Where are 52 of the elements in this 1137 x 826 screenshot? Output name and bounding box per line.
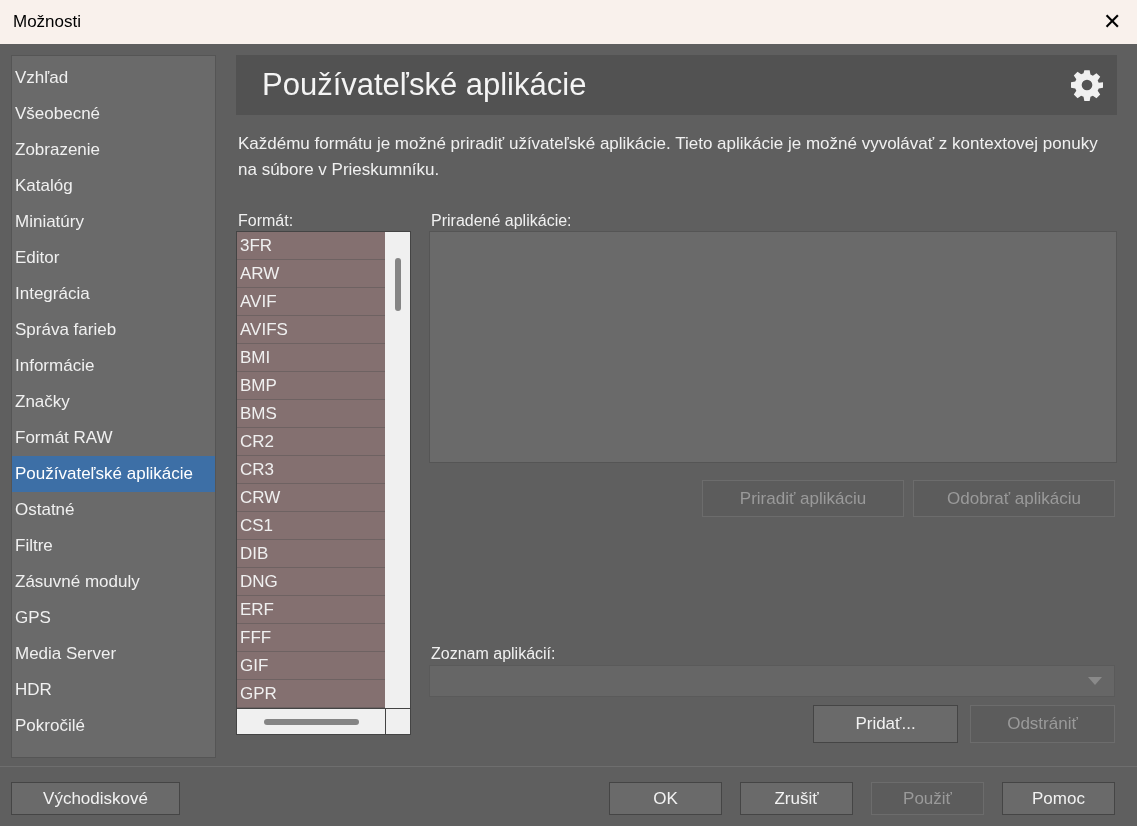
dialog-button[interactable]: Pomoc (1002, 782, 1115, 815)
sidebar-item[interactable]: Editor (12, 240, 215, 276)
app-list-label: Zoznam aplikácií: (431, 644, 557, 664)
format-item[interactable]: CRW (237, 484, 385, 512)
vertical-scrollbar-thumb[interactable] (394, 258, 401, 311)
format-item[interactable]: CR2 (237, 428, 385, 456)
page-title: Používateľské aplikácie (262, 65, 587, 104)
sidebar-item[interactable]: Formát RAW (12, 420, 215, 456)
format-item[interactable]: 3FR (237, 232, 385, 260)
format-item[interactable]: ARW (237, 260, 385, 288)
dialog-button[interactable]: Východiskové (11, 782, 180, 815)
sidebar-item[interactable]: Miniatúry (12, 204, 215, 240)
format-item[interactable]: CS1 (237, 512, 385, 540)
format-item[interactable]: AVIFS (237, 316, 385, 344)
sidebar-item[interactable]: Katalóg (12, 168, 215, 204)
sidebar-item[interactable]: GPS (12, 600, 215, 636)
format-item[interactable]: GPR (237, 680, 385, 708)
sidebar-item[interactable]: Media Server (12, 636, 215, 672)
sidebar-item[interactable]: Značky (12, 384, 215, 420)
sidebar-item[interactable]: Informácie (12, 348, 215, 384)
sidebar-item[interactable]: HDR (12, 672, 215, 708)
horizontal-scrollbar-thumb[interactable] (263, 718, 359, 725)
dialog-button[interactable]: Zrušiť (740, 782, 853, 815)
format-item[interactable]: FFF (237, 624, 385, 652)
format-item[interactable]: DIB (237, 540, 385, 568)
format-label: Formát: (238, 211, 295, 231)
format-item[interactable]: ERF (237, 596, 385, 624)
sidebar-item[interactable]: Správa farieb (12, 312, 215, 348)
format-item[interactable]: DNG (237, 568, 385, 596)
sidebar-item[interactable]: Integrácia (12, 276, 215, 312)
dialog-button[interactable]: Pridať... (813, 705, 958, 743)
sidebar-item[interactable]: Filtre (12, 528, 215, 564)
format-item[interactable]: BMI (237, 344, 385, 372)
dialog-button[interactable]: OK (609, 782, 722, 815)
sidebar-item[interactable]: Zásuvné moduly (12, 564, 215, 600)
sidebar-item[interactable]: Pokročilé (12, 708, 215, 744)
sidebar-item[interactable]: Ostatné (12, 492, 215, 528)
assigned-label: Priradené aplikácie: (431, 211, 573, 231)
sidebar-item[interactable]: Zobrazenie (12, 132, 215, 168)
sidebar-item[interactable]: Používateľské aplikácie (12, 456, 215, 492)
format-item[interactable]: GIF (237, 652, 385, 680)
format-item[interactable]: CR3 (237, 456, 385, 484)
window-title: Možnosti (13, 11, 82, 34)
sidebar-item[interactable]: Vzhľad (12, 60, 215, 96)
sidebar-item[interactable]: Všeobecné (12, 96, 215, 132)
settings-icon (1071, 69, 1103, 101)
format-item[interactable]: BMS (237, 400, 385, 428)
format-item[interactable]: BMP (237, 372, 385, 400)
description-text: Každému formátu je možné priradiť užívateľské aplikácie. Tieto aplikácie je možné vyvolávať z kontextovej ponuky na súbore v Prieskumníku. (238, 133, 1098, 181)
close-button[interactable]: ✕ (1103, 11, 1121, 33)
dropdown-caret-icon (1088, 677, 1102, 685)
format-item[interactable]: AVIF (237, 288, 385, 316)
